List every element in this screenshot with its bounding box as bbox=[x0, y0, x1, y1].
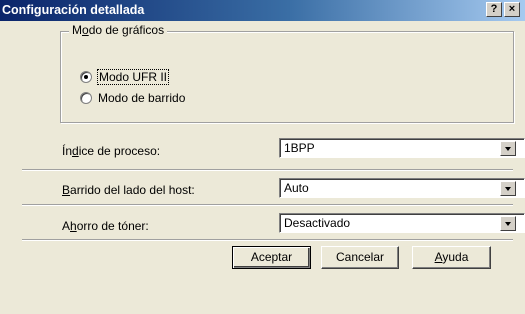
radio-ufr2-label: Modo UFR II bbox=[96, 69, 170, 85]
radio-ufr2[interactable]: Modo UFR II bbox=[80, 68, 170, 86]
help-button[interactable]: Ayuda bbox=[412, 246, 491, 269]
separator bbox=[22, 204, 513, 206]
radio-ufr2-dot[interactable] bbox=[80, 71, 92, 83]
chevron-down-icon[interactable] bbox=[500, 181, 516, 196]
title-bar: Configuración detallada ? × bbox=[0, 0, 525, 21]
toner-save-select[interactable]: Desactivado bbox=[279, 213, 525, 233]
separator bbox=[22, 169, 513, 171]
separator bbox=[22, 239, 513, 241]
radio-scan-mode-dot[interactable] bbox=[80, 92, 92, 104]
toner-save-value: Desactivado bbox=[284, 216, 351, 230]
accept-button[interactable]: Aceptar bbox=[232, 246, 311, 269]
process-index-value: 1BPP bbox=[284, 141, 315, 155]
host-scan-value: Auto bbox=[284, 181, 309, 195]
process-index-select[interactable]: 1BPP bbox=[279, 138, 525, 158]
process-index-label: Índice de proceso: bbox=[62, 144, 161, 158]
cancel-button[interactable]: Cancelar bbox=[321, 246, 399, 269]
host-scan-select[interactable]: Auto bbox=[279, 178, 525, 198]
close-title-button[interactable]: × bbox=[504, 2, 520, 17]
chevron-down-icon[interactable] bbox=[500, 216, 516, 231]
help-title-button[interactable]: ? bbox=[486, 2, 502, 17]
window-title: Configuración detallada bbox=[2, 3, 145, 17]
toner-save-label: Ahorro de tóner: bbox=[62, 219, 149, 233]
host-scan-label: Barrido del lado del host: bbox=[62, 183, 195, 197]
radio-scan-mode-label: Modo de barrido bbox=[98, 91, 186, 105]
radio-scan-mode[interactable]: Modo de barrido bbox=[80, 89, 185, 107]
graphics-mode-legend: Modo de gráficos bbox=[69, 23, 168, 37]
chevron-down-icon[interactable] bbox=[500, 141, 516, 156]
